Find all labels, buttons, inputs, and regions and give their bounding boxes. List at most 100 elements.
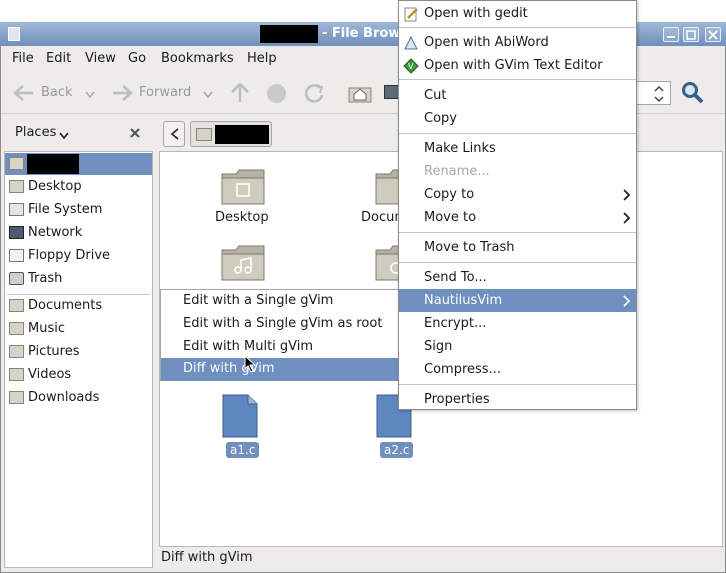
sidebar-item-network[interactable]: Network [5, 222, 152, 244]
places-header: Places [1, 118, 156, 148]
menu-make-links[interactable]: Make Links [399, 137, 636, 160]
menu-separator [399, 232, 636, 233]
close-sidebar-icon[interactable] [129, 127, 141, 143]
menu-send-to[interactable]: Send To... [399, 266, 636, 289]
context-menu: Open with gedit Open with AbiWord V Open… [398, 0, 637, 410]
menu-edit-single-gvim-root[interactable]: Edit with a Single gVim as root [161, 313, 399, 336]
menu-move-to[interactable]: Move to [399, 206, 636, 229]
submenu-arrow-icon [623, 189, 631, 205]
menu-edit[interactable]: Edit [46, 51, 71, 66]
back-arrow-icon [13, 84, 35, 106]
sidebar-item-trash[interactable]: Trash [5, 268, 152, 290]
stop-icon[interactable] [267, 84, 286, 103]
folder-icon [9, 345, 24, 358]
file-a2-label[interactable]: a2.c [380, 442, 414, 458]
menu-encrypt[interactable]: Encrypt... [399, 312, 636, 335]
menu-nautilusvim[interactable]: NautilusVim [399, 289, 636, 312]
nautilusvim-submenu: Edit with a Single gVim Edit with a Sing… [160, 289, 400, 381]
documents-folder-icon[interactable] [374, 166, 401, 210]
up-icon[interactable] [229, 82, 251, 108]
menu-separator [399, 79, 636, 80]
menu-edit-single-gvim[interactable]: Edit with a Single gVim [161, 290, 399, 313]
menu-compress[interactable]: Compress... [399, 358, 636, 381]
menu-edit-multi-gvim[interactable]: Edit with Multi gVim [161, 336, 399, 359]
menu-properties[interactable]: Properties [399, 388, 636, 411]
menu-view[interactable]: View [85, 51, 116, 66]
drive-icon [9, 203, 24, 216]
redacted-title-block [260, 25, 318, 43]
sidebar-item-desktop[interactable]: Desktop [5, 176, 152, 198]
sidebar-item-file-system[interactable]: File System [5, 199, 152, 221]
close-button[interactable] [705, 27, 721, 42]
menu-separator [399, 262, 636, 263]
places-sidebar: Desktop File System Network Floppy Drive… [4, 151, 153, 568]
window-title: - File Brow [322, 26, 401, 41]
menu-copy-to[interactable]: Copy to [399, 183, 636, 206]
folder-icon [9, 391, 24, 404]
menu-open-with-abiword[interactable]: Open with AbiWord [399, 31, 636, 54]
redacted-path-name [215, 125, 269, 144]
folder-icon [9, 368, 24, 381]
path-home-button[interactable] [190, 121, 272, 147]
network-icon [9, 226, 24, 239]
sidebar-item-home[interactable] [5, 153, 152, 175]
minimize-button[interactable] [663, 27, 679, 42]
menu-sign[interactable]: Sign [399, 335, 636, 358]
sidebar-item-pictures[interactable]: Pictures [5, 341, 152, 363]
home-folder-icon [9, 157, 24, 170]
menu-separator [399, 384, 636, 385]
sidebar-item-downloads[interactable]: Downloads [5, 387, 152, 409]
desktop-folder-label: Desktop [215, 210, 269, 225]
folder-icon [9, 322, 24, 335]
redacted-home-name [27, 154, 79, 174]
menu-file[interactable]: File [12, 51, 34, 66]
path-back-button[interactable] [163, 121, 185, 147]
sidebar-item-music[interactable]: Music [5, 318, 152, 340]
sidebar-item-documents[interactable]: Documents [5, 295, 152, 317]
menu-separator [399, 133, 636, 134]
menu-copy[interactable]: Copy [399, 107, 636, 130]
maximize-button[interactable] [683, 27, 699, 42]
gedit-icon [403, 6, 419, 22]
forward-dropdown-icon[interactable] [203, 88, 213, 103]
menu-bookmarks[interactable]: Bookmarks [161, 51, 234, 66]
reload-icon[interactable] [303, 82, 325, 108]
abiword-icon [403, 35, 419, 51]
sidebar-item-videos[interactable]: Videos [5, 364, 152, 386]
svg-text:V: V [408, 62, 414, 71]
menu-open-with-gedit[interactable]: Open with gedit [399, 2, 636, 25]
menu-diff-gvim[interactable]: Diff with gVim [161, 358, 399, 381]
menu-cut[interactable]: Cut [399, 84, 636, 107]
menu-separator [399, 27, 636, 28]
pictures-folder-icon[interactable] [374, 242, 402, 286]
places-dropdown[interactable]: Places [15, 125, 56, 140]
desktop-folder-icon [9, 180, 24, 193]
places-dropdown-chevron-icon[interactable] [59, 129, 69, 144]
menu-move-to-trash[interactable]: Move to Trash [399, 236, 636, 259]
submenu-arrow-icon [623, 212, 631, 228]
home-icon[interactable] [348, 83, 372, 107]
desktop-folder-icon[interactable] [220, 166, 266, 210]
menu-open-with-gvim[interactable]: V Open with GVim Text Editor [399, 54, 636, 77]
menu-help[interactable]: Help [247, 51, 277, 66]
file-a1-label[interactable]: a1.c [226, 442, 260, 458]
file-a1-icon[interactable] [222, 394, 258, 442]
gvim-icon: V [403, 58, 419, 74]
location-dropdown[interactable] [635, 81, 671, 105]
forward-button[interactable]: Forward [139, 85, 191, 100]
music-folder-icon[interactable] [220, 242, 266, 286]
menu-go[interactable]: Go [128, 51, 146, 66]
search-icon[interactable] [681, 81, 705, 109]
sidebar-item-floppy-drive[interactable]: Floppy Drive [5, 245, 152, 267]
home-folder-icon [196, 128, 212, 141]
trash-icon [9, 272, 24, 285]
folder-icon [9, 299, 24, 312]
back-dropdown-icon[interactable] [85, 88, 95, 103]
submenu-arrow-icon [623, 295, 631, 311]
status-bar-text: Diff with gVim [161, 550, 253, 565]
forward-arrow-icon [111, 84, 133, 106]
mouse-cursor-icon [244, 354, 257, 377]
back-button[interactable]: Back [41, 85, 73, 100]
menu-rename: Rename... [424, 164, 490, 179]
window-menu-icon[interactable] [8, 27, 20, 41]
